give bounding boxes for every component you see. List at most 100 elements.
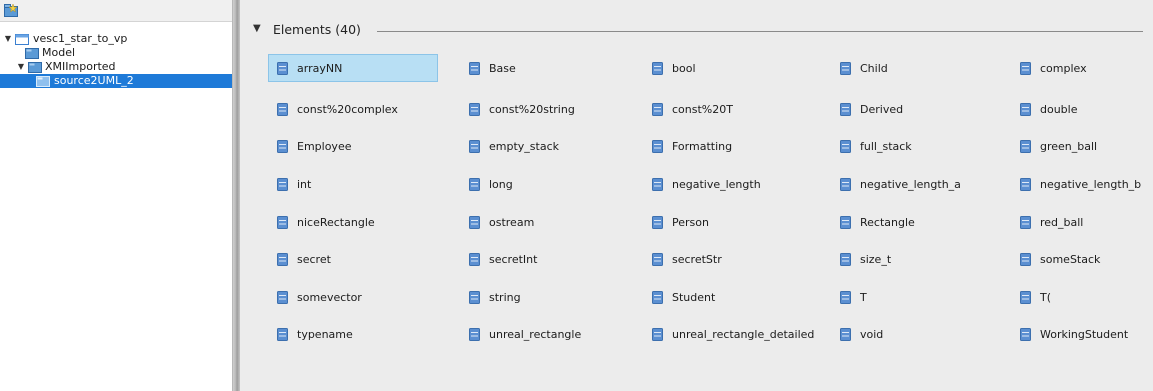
- element-item[interactable]: Rectangle: [831, 208, 991, 236]
- element-item[interactable]: Person: [643, 208, 813, 236]
- element-item[interactable]: const%20string: [460, 95, 620, 123]
- element-label: Student: [672, 290, 716, 304]
- expand-arrow-icon[interactable]: ▼: [3, 32, 13, 46]
- class-icon: [1020, 327, 1031, 341]
- class-icon: [469, 177, 480, 191]
- class-icon: [840, 177, 851, 191]
- tree-node-xmiimported[interactable]: ▼ XMIImported: [0, 60, 232, 74]
- elements-section-header[interactable]: ▼ Elements (40): [253, 22, 1143, 40]
- element-label: Derived: [860, 102, 904, 116]
- element-item[interactable]: unreal_rectangle: [460, 320, 620, 348]
- class-icon: [840, 327, 851, 341]
- element-label: negative_length: [672, 177, 761, 191]
- class-icon: [469, 252, 480, 266]
- class-icon: [652, 215, 663, 229]
- element-item[interactable]: niceRectangle: [268, 208, 438, 236]
- class-icon: [652, 252, 663, 266]
- element-item[interactable]: negative_length_b: [1011, 170, 1151, 198]
- class-icon: [469, 139, 480, 153]
- element-item[interactable]: size_t: [831, 245, 991, 273]
- class-icon: [277, 290, 288, 304]
- element-label: somevector: [297, 290, 362, 304]
- class-icon: [1020, 102, 1031, 116]
- element-label: secret: [297, 252, 331, 266]
- class-icon: [277, 177, 288, 191]
- tree-node-model[interactable]: Model: [0, 46, 232, 60]
- element-label: typename: [297, 327, 353, 341]
- class-icon: [469, 102, 480, 116]
- element-label: void: [860, 327, 884, 341]
- element-label: Base: [489, 61, 516, 75]
- tree-node-vesc1-star-to-vp[interactable]: ▼ vesc1_star_to_vp: [0, 32, 232, 46]
- element-item[interactable]: Child: [831, 54, 991, 82]
- element-item[interactable]: full_stack: [831, 132, 991, 160]
- element-item[interactable]: typename: [268, 320, 438, 348]
- class-icon: [652, 139, 663, 153]
- element-item[interactable]: long: [460, 170, 620, 198]
- element-label: Employee: [297, 139, 352, 153]
- element-item[interactable]: secretInt: [460, 245, 620, 273]
- element-item[interactable]: Derived: [831, 95, 991, 123]
- element-item[interactable]: complex: [1011, 54, 1151, 82]
- element-item[interactable]: somevector: [268, 283, 438, 311]
- element-label: long: [489, 177, 513, 191]
- element-label: Child: [860, 61, 888, 75]
- package-icon: [25, 48, 39, 59]
- class-icon: [277, 215, 288, 229]
- element-item[interactable]: WorkingStudent: [1011, 320, 1151, 348]
- element-item[interactable]: unreal_rectangle_detailed: [643, 320, 815, 348]
- element-item[interactable]: string: [460, 283, 620, 311]
- element-item[interactable]: empty_stack: [460, 132, 620, 160]
- element-label: unreal_rectangle: [489, 327, 582, 341]
- element-item[interactable]: negative_length: [643, 170, 813, 198]
- element-item[interactable]: arrayNN: [268, 54, 438, 82]
- element-item[interactable]: Base: [460, 54, 620, 82]
- element-item[interactable]: const%20T: [643, 95, 813, 123]
- element-item[interactable]: negative_length_a: [831, 170, 991, 198]
- class-icon: [469, 290, 480, 304]
- element-label: string: [489, 290, 521, 304]
- element-label: green_ball: [1040, 139, 1098, 153]
- class-icon: [840, 290, 851, 304]
- element-label: const%20T: [672, 102, 733, 116]
- element-item[interactable]: bool: [643, 54, 813, 82]
- element-label: empty_stack: [489, 139, 559, 153]
- triangle-down-icon[interactable]: ▼: [253, 23, 261, 34]
- panel-splitter[interactable]: [233, 0, 240, 391]
- class-icon: [652, 177, 663, 191]
- model-tree-panel: ▼ vesc1_star_to_vp Model ▼ XMIImported s…: [0, 0, 233, 391]
- element-item[interactable]: int: [268, 170, 438, 198]
- element-item[interactable]: someStack: [1011, 245, 1151, 273]
- element-label: Rectangle: [860, 215, 915, 229]
- element-label: double: [1040, 102, 1078, 116]
- element-item[interactable]: T: [831, 283, 991, 311]
- element-item[interactable]: Student: [643, 283, 813, 311]
- element-label: negative_length_b: [1040, 177, 1142, 191]
- element-label: unreal_rectangle_detailed: [672, 327, 815, 341]
- element-label: Formatting: [672, 139, 733, 153]
- element-item[interactable]: Employee: [268, 132, 438, 160]
- element-item[interactable]: Formatting: [643, 132, 813, 160]
- new-project-icon[interactable]: [4, 4, 18, 17]
- class-icon: [840, 102, 851, 116]
- tree-node-source2uml-2[interactable]: source2UML_2: [0, 74, 232, 88]
- element-item[interactable]: secret: [268, 245, 438, 273]
- element-item[interactable]: secretStr: [643, 245, 813, 273]
- element-item[interactable]: ostream: [460, 208, 620, 236]
- element-item[interactable]: green_ball: [1011, 132, 1151, 160]
- element-item[interactable]: double: [1011, 95, 1151, 123]
- element-label: T: [860, 290, 867, 304]
- element-item[interactable]: T(: [1011, 283, 1151, 311]
- element-label: someStack: [1040, 252, 1101, 266]
- element-item[interactable]: const%20complex: [268, 95, 438, 123]
- element-label: const%20string: [489, 102, 575, 116]
- expand-arrow-icon[interactable]: ▼: [16, 60, 26, 74]
- tree-node-label: vesc1_star_to_vp: [33, 32, 128, 45]
- tree-node-label: source2UML_2: [54, 74, 134, 87]
- class-icon: [1020, 215, 1031, 229]
- element-label: Person: [672, 215, 709, 229]
- class-icon: [1020, 177, 1031, 191]
- element-item[interactable]: void: [831, 320, 991, 348]
- element-item[interactable]: red_ball: [1011, 208, 1151, 236]
- tree-toolbar: [0, 0, 232, 22]
